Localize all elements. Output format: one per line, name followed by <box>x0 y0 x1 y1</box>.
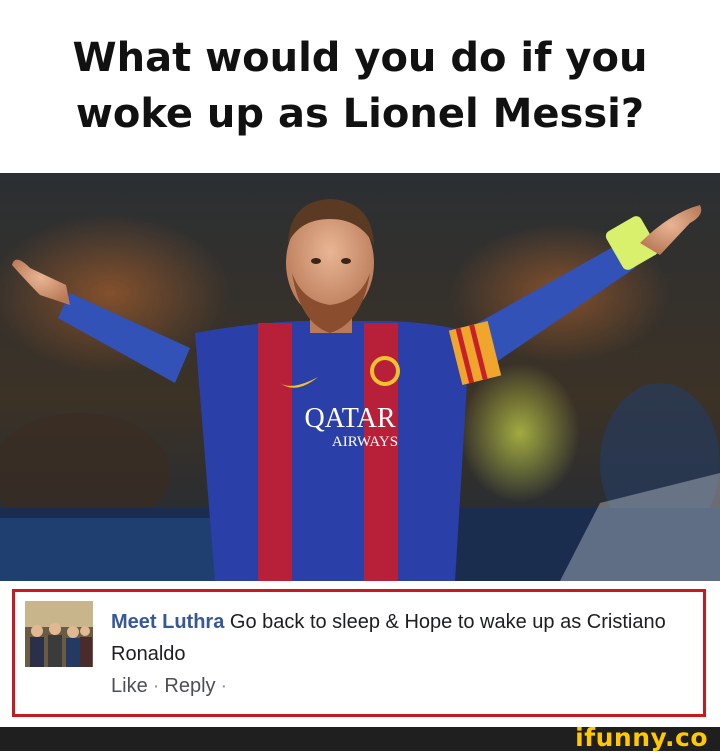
comment-actions: Like · Reply · <box>111 675 232 698</box>
group-photo-icon <box>25 601 93 667</box>
reply-link[interactable]: Reply <box>164 675 215 698</box>
meme-title-line-2: woke up as Lionel Messi? <box>75 91 645 137</box>
sponsor-text-airways: AIRWAYS <box>332 434 398 450</box>
facebook-comment: Meet Luthra Go back to sleep & Hope to w… <box>12 589 706 717</box>
comment-body: Meet Luthra Go back to sleep & Hope to w… <box>111 606 696 670</box>
messi-photo: QATAR AIRWAYS <box>0 173 720 581</box>
sponsor-text-qatar: QATAR <box>304 403 395 434</box>
meme-title: What would you do if you woke up as Lion… <box>30 30 690 142</box>
watermark-bar: ifunny.co <box>0 723 720 752</box>
meme-title-line-1: What would you do if you <box>72 35 648 81</box>
messi-illustration: QATAR AIRWAYS <box>0 173 720 581</box>
meme-caption: What would you do if you woke up as Lion… <box>0 0 720 172</box>
like-link[interactable]: Like <box>111 675 148 698</box>
ifunny-watermark: ifunny.co <box>575 723 708 752</box>
action-separator-trailing: · <box>220 675 228 697</box>
avatar[interactable] <box>25 601 93 667</box>
action-separator: · <box>152 675 160 697</box>
comment-author-link[interactable]: Meet Luthra <box>111 611 224 633</box>
